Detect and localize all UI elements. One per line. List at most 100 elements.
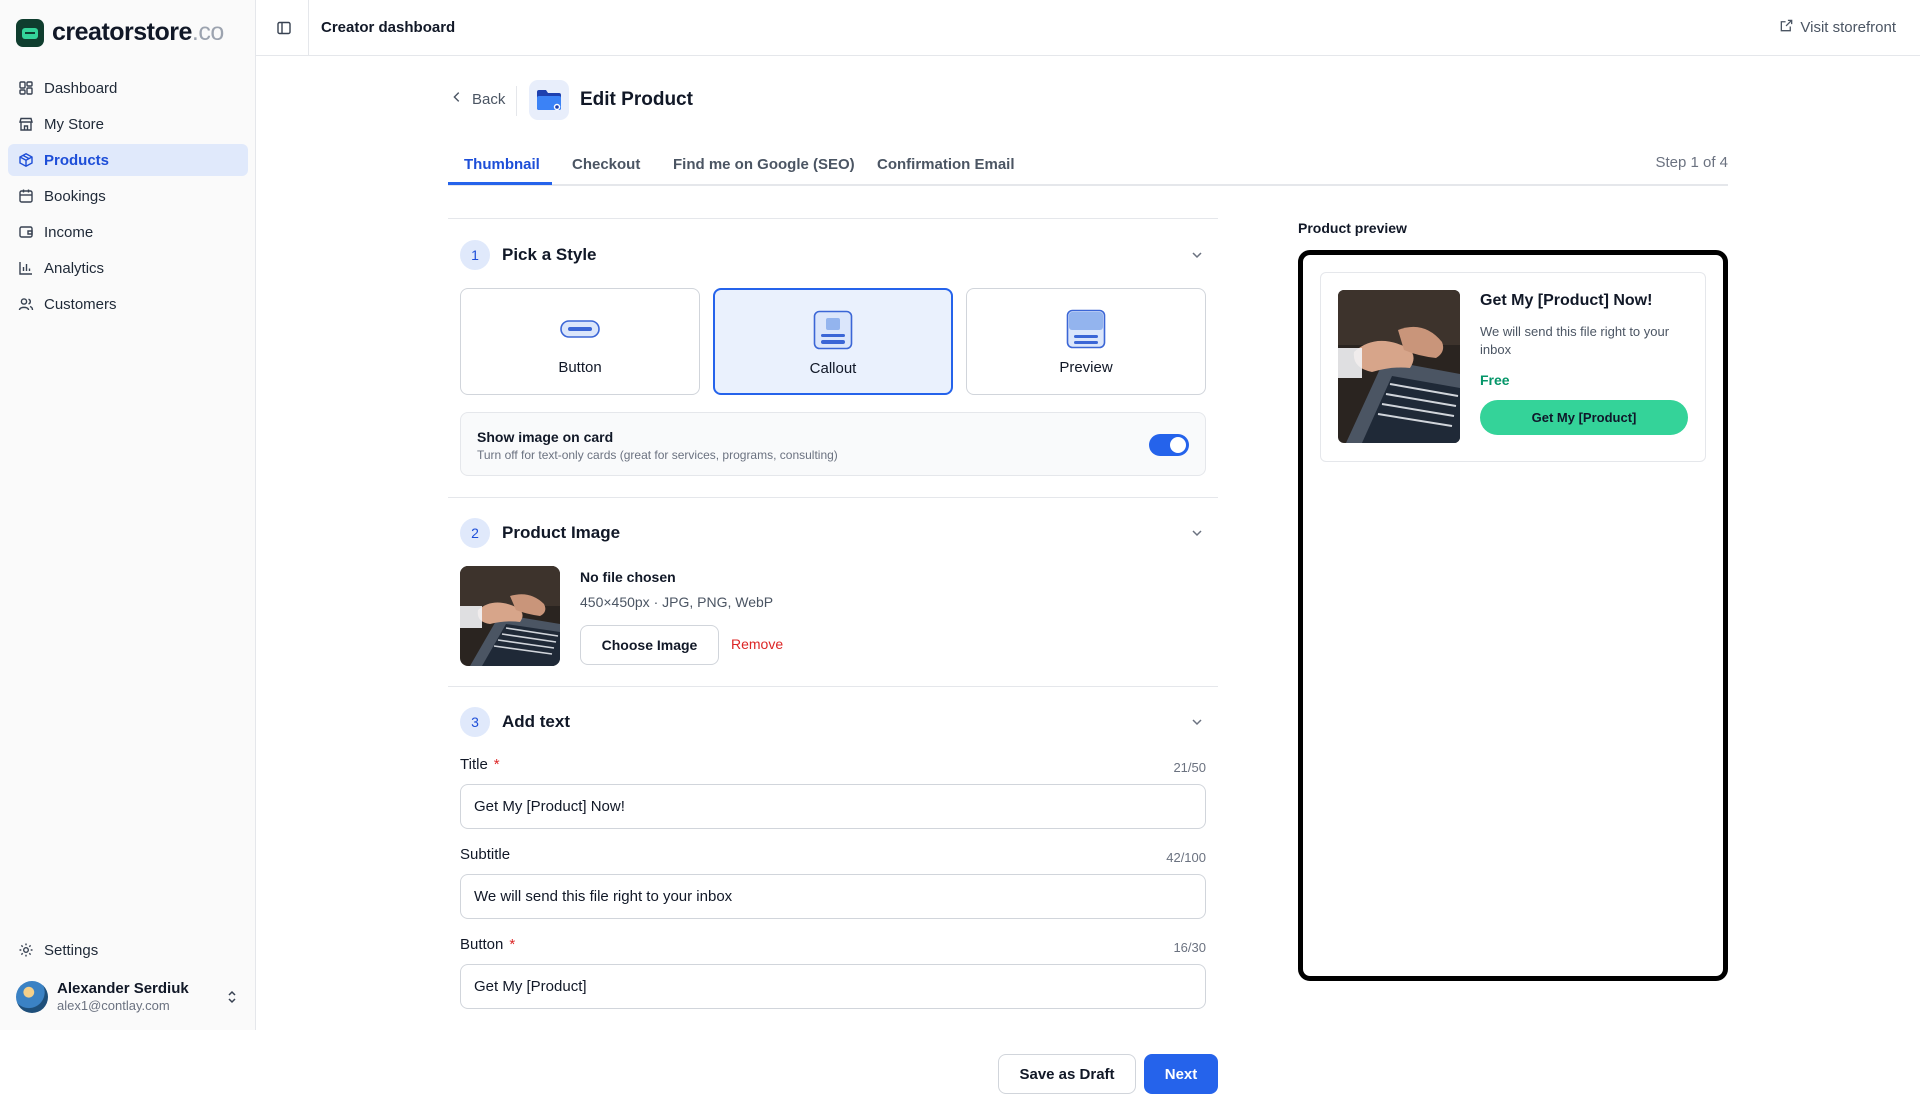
sidebar-item-label: Settings (44, 941, 99, 959)
title-field-label: Title * (460, 756, 500, 773)
title-input[interactable] (460, 784, 1206, 829)
sidebar-item-dashboard[interactable]: Dashboard (8, 72, 248, 104)
dashboard-icon (18, 80, 34, 96)
preview-product-image (1338, 290, 1460, 443)
section-divider (448, 686, 1218, 687)
style-option-button[interactable]: Button (460, 288, 700, 395)
section-header-text[interactable]: 3 Add text (460, 707, 570, 737)
product-preview-label: Product preview (1298, 220, 1407, 236)
external-link-icon (1779, 18, 1794, 37)
preview-title: Get My [Product] Now! (1480, 292, 1653, 309)
back-button[interactable]: Back (450, 90, 505, 108)
sidebar-item-income[interactable]: Income (8, 216, 248, 248)
section-title: Add text (502, 712, 570, 731)
sidebar-item-products[interactable]: Products (8, 144, 248, 176)
visit-storefront-label: Visit storefront (1800, 19, 1896, 36)
brand-name: creatorstore.co (52, 18, 224, 46)
sidebar-item-label: Dashboard (44, 79, 118, 97)
section-title: Pick a Style (502, 245, 597, 264)
sidebar-item-label: Income (44, 223, 94, 241)
button-text-input[interactable] (460, 964, 1206, 1009)
subtitle-input[interactable] (460, 874, 1206, 919)
page-title: Edit Product (580, 89, 693, 110)
section-divider (448, 497, 1218, 498)
active-tab-indicator (448, 182, 552, 185)
file-requirements: 450×450px · JPG, PNG, WebP (580, 594, 774, 610)
chevron-down-icon[interactable] (1190, 526, 1204, 540)
topbar-title: Creator dashboard (321, 19, 456, 36)
calendar-icon (18, 188, 34, 204)
style-option-callout[interactable]: Callout (713, 288, 953, 395)
section-number: 3 (460, 707, 490, 737)
preview-cta-button[interactable]: Get My [Product] (1480, 400, 1688, 435)
subtitle-char-counter: 42/100 (1166, 850, 1206, 865)
next-button[interactable]: Next (1144, 1054, 1218, 1094)
button-field-label: Button * (460, 936, 516, 953)
tab-bar: Thumbnail Checkout Find me on Google (SE… (448, 150, 1728, 186)
sidebar: creatorstore.co Dashboard My Store Produ… (0, 0, 256, 1030)
header-divider (516, 86, 517, 116)
brand-logo[interactable]: creatorstore.co (16, 18, 224, 47)
sidebar-item-bookings[interactable]: Bookings (8, 180, 248, 212)
callout-style-icon (813, 310, 853, 355)
toggle-knob (1170, 437, 1186, 453)
show-image-toggle[interactable] (1149, 434, 1189, 456)
style-option-preview[interactable]: Preview (966, 288, 1206, 395)
user-email: alex1@contlay.com (57, 998, 170, 1013)
section-divider (448, 218, 1218, 219)
tab-checkout[interactable]: Checkout (572, 156, 640, 186)
box-icon (18, 152, 34, 168)
back-label: Back (472, 90, 506, 108)
tab-seo[interactable]: Find me on Google (SEO) (673, 156, 855, 186)
preview-price: Free (1480, 372, 1510, 388)
topbar-divider (308, 0, 309, 56)
product-image-thumbnail (460, 566, 560, 666)
chevron-up-down-icon (224, 989, 240, 1005)
sidebar-nav: Dashboard My Store Products Bookings Inc… (8, 72, 248, 324)
gear-icon (18, 942, 34, 958)
sidebar-item-label: Customers (44, 295, 117, 313)
sidebar-item-label: Bookings (44, 187, 106, 205)
step-indicator: Step 1 of 4 (1655, 154, 1728, 171)
user-info: Alexander Serdiuk alex1@contlay.com (57, 980, 215, 1013)
chevron-down-icon[interactable] (1190, 715, 1204, 729)
style-option-label: Button (558, 359, 602, 376)
show-image-subtitle: Turn off for text-only cards (great for … (477, 448, 838, 462)
bar-chart-icon (18, 260, 34, 276)
sidebar-item-settings[interactable]: Settings (8, 934, 248, 966)
show-image-setting: Show image on card Turn off for text-onl… (460, 412, 1206, 476)
button-style-icon (560, 319, 600, 344)
section-header-style[interactable]: 1 Pick a Style (460, 240, 597, 270)
file-status: No file chosen (580, 569, 676, 585)
sidebar-item-customers[interactable]: Customers (8, 288, 248, 320)
sidebar-item-my-store[interactable]: My Store (8, 108, 248, 140)
topbar: Creator dashboard Visit storefront (256, 0, 1920, 56)
user-name: Alexander Serdiuk (57, 980, 189, 997)
users-icon (18, 296, 34, 312)
subtitle-field-label: Subtitle (460, 846, 511, 863)
choose-image-button[interactable]: Choose Image (580, 625, 719, 665)
preview-product-card: Get My [Product] Now! We will send this … (1320, 272, 1706, 462)
style-option-label: Preview (1059, 359, 1113, 376)
remove-image-link[interactable]: Remove (731, 636, 783, 652)
visit-storefront-link[interactable]: Visit storefront (1779, 18, 1896, 37)
save-as-draft-button[interactable]: Save as Draft (998, 1054, 1136, 1094)
sidebar-item-label: My Store (44, 115, 105, 133)
section-number: 2 (460, 518, 490, 548)
chevron-down-icon[interactable] (1190, 248, 1204, 262)
sidebar-item-label: Analytics (44, 259, 105, 277)
logo-mark-icon (16, 18, 44, 47)
section-number: 1 (460, 240, 490, 270)
user-menu[interactable]: Alexander Serdiuk alex1@contlay.com (16, 980, 240, 1013)
wallet-icon (18, 224, 34, 240)
chevron-left-icon (450, 90, 464, 108)
sidebar-toggle-icon[interactable] (274, 18, 294, 38)
folder-icon (529, 80, 569, 120)
section-header-image[interactable]: 2 Product Image (460, 518, 620, 548)
preview-style-icon (1066, 309, 1106, 354)
store-icon (18, 116, 34, 132)
section-title: Product Image (502, 523, 621, 542)
tab-confirmation-email[interactable]: Confirmation Email (877, 156, 1015, 186)
sidebar-item-analytics[interactable]: Analytics (8, 252, 248, 284)
avatar (16, 980, 48, 1013)
